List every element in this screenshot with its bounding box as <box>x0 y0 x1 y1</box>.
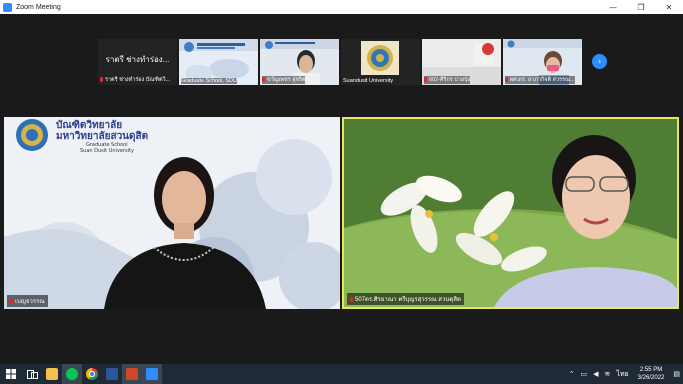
language-indicator[interactable]: ไทย <box>616 369 628 380</box>
muted-mic-icon <box>424 77 427 83</box>
network-icon[interactable]: ▭ <box>581 370 588 378</box>
clock-date: 3/26/2022 <box>637 375 665 381</box>
video-tile-right-active-speaker[interactable]: 507ดร.ศิรยาณา ตรีบุญรสุวรรณ สวนดุสิต <box>342 117 679 309</box>
muted-mic-icon <box>262 77 265 83</box>
participant-name: Suandusit University <box>343 78 394 84</box>
next-page-arrow-icon[interactable]: › <box>592 54 607 69</box>
video-tile-left[interactable]: บัณฑิตวิทยาลัย มหาวิทยาลัยสวนดุสิต Gradu… <box>4 117 340 309</box>
clock[interactable]: 2:55 PM 3/26/2022 <box>638 366 665 382</box>
participant-name: ผศ.ดร. อาภากิจติ สวรรณ... <box>505 76 575 84</box>
notification-icon[interactable]: ▤ <box>673 370 680 378</box>
word-icon[interactable] <box>102 364 122 384</box>
taskview-icon[interactable] <box>22 364 42 384</box>
participant-big-name: ราตรี ช่างทำร่อง... <box>105 55 170 64</box>
chevron-up-icon[interactable]: ⌃ <box>569 370 575 378</box>
maximize-button[interactable]: ❐ <box>627 0 655 14</box>
line-icon[interactable] <box>62 364 82 384</box>
participant-tile[interactable]: ราตรี ช่างทำร่อง... ราตรี ช่างทำร่อง บัณ… <box>98 39 177 85</box>
muted-mic-icon <box>505 77 508 83</box>
participant-tile[interactable]: 602-ศิริกร บ่ายบุ้ง <box>422 39 501 85</box>
window-titlebar: Zoom Meeting — ❐ ✕ <box>0 0 683 14</box>
participant-strip: ราตรี ช่างทำร่อง... ราตรี ช่างทำร่อง บัณ… <box>98 39 582 85</box>
logo-text-line: บัณฑิตวิทยาลัย <box>56 120 123 131</box>
volume-icon[interactable]: ◀ <box>593 370 598 378</box>
clock-time: 2:55 PM <box>639 367 663 373</box>
participant-name: ขวัญเพชร สุจริต <box>262 76 306 84</box>
virtual-background-image <box>4 117 340 309</box>
file-explorer-icon[interactable] <box>42 364 62 384</box>
window-title: Zoom Meeting <box>16 3 61 11</box>
muted-mic-icon <box>350 296 353 302</box>
windows-taskbar: ⌃ ▭ ◀ ≋ ไทย 2:55 PM 3/26/2022 ▤ <box>0 364 683 384</box>
participant-tile[interactable]: Graduate School, SDU <box>179 39 258 85</box>
logo-text-line: Suan Dusit University <box>80 148 134 154</box>
muted-mic-icon <box>10 298 13 304</box>
logo-text-line: มหาวิทยาลัยสวนดุสิต <box>56 131 149 142</box>
participant-tile[interactable]: Suandusit University <box>341 39 420 85</box>
participant-tile[interactable]: ผศ.ดร. อาภากิจติ สวรรณ... <box>503 39 582 85</box>
virtual-background-image <box>344 119 677 307</box>
logo-text-block: บัณฑิตวิทยาลัย มหาวิทยาลัยสวนดุสิต Gradu… <box>56 120 148 154</box>
participant-name: 507ดร.ศิรยาณา ตรีบุญรสุวรรณ สวนดุสิต <box>347 293 464 305</box>
meeting-stage: ราตรี ช่างทำร่อง... ราตรี ช่างทำร่อง บัณ… <box>0 14 683 364</box>
participant-name: ราตรี ช่างทำร่อง บัณฑิตวิ... <box>100 76 170 84</box>
system-tray: ⌃ ▭ ◀ ≋ ไทย 2:55 PM 3/26/2022 ▤ <box>566 364 683 384</box>
start-icon[interactable] <box>0 364 22 384</box>
wifi-icon[interactable]: ≋ <box>605 370 611 378</box>
powerpoint-icon[interactable] <box>122 364 142 384</box>
zoom-icon[interactable] <box>142 364 162 384</box>
participant-name: เบญจวรรณ <box>7 295 48 307</box>
muted-mic-icon <box>100 77 103 83</box>
close-button[interactable]: ✕ <box>655 0 683 14</box>
minimize-button[interactable]: — <box>599 0 627 14</box>
chrome-icon[interactable] <box>82 364 102 384</box>
zoom-app-icon <box>3 2 12 12</box>
participant-name: 602-ศิริกร บ่ายบุ้ง <box>424 76 471 84</box>
participant-name: Graduate School, SDU <box>181 78 237 84</box>
participant-tile[interactable]: ขวัญเพชร สุจริต <box>260 39 339 85</box>
